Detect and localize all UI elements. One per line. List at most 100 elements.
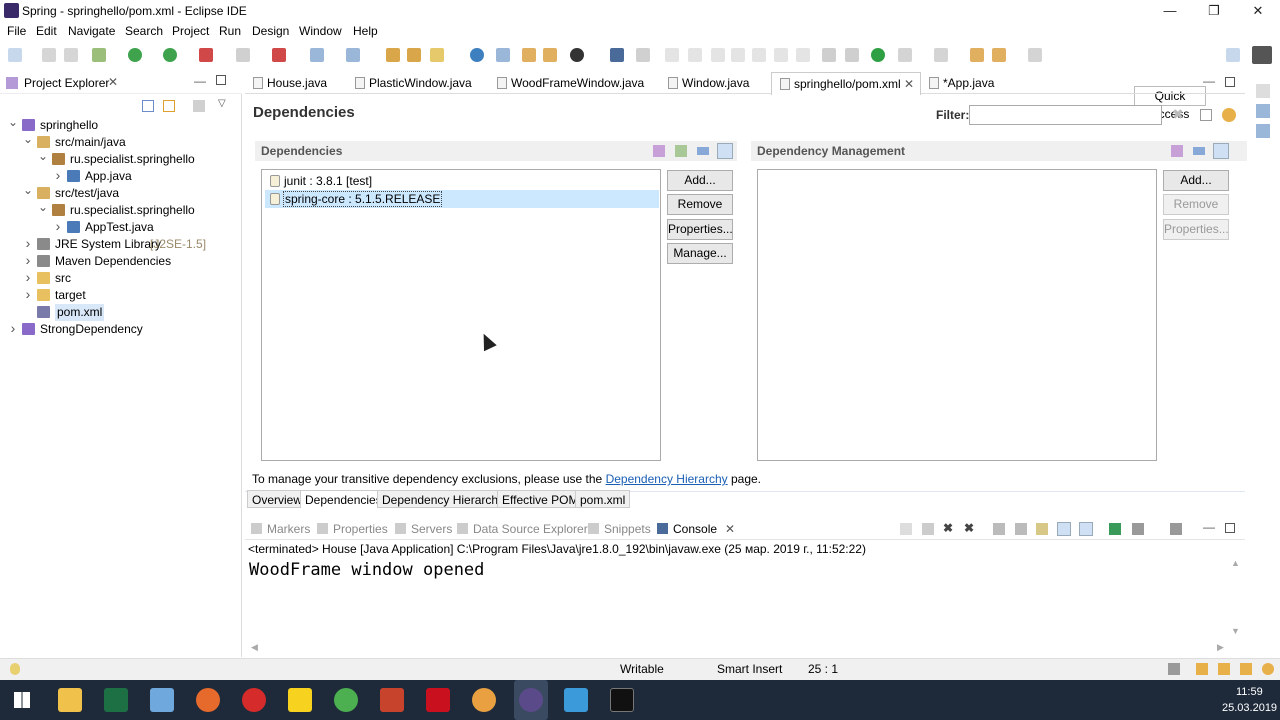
show-inherited-icon[interactable] [675, 145, 687, 157]
minimize-view-icon[interactable]: — [1203, 520, 1215, 534]
show-on-error-icon[interactable] [1079, 522, 1093, 536]
word-wrap-icon[interactable] [1036, 523, 1048, 535]
collapsed-chevron-icon[interactable]: › [8, 320, 18, 337]
menu-search[interactable]: Search [125, 24, 163, 38]
tree-item[interactable]: ⌄src/main/java [0, 134, 240, 151]
tab-servers[interactable]: Servers [395, 522, 452, 536]
last-edit-icon[interactable] [970, 48, 984, 62]
collapsed-chevron-icon[interactable]: › [23, 235, 33, 252]
tab-properties[interactable]: Properties [317, 522, 388, 536]
close-icon[interactable]: ✕ [725, 522, 735, 536]
collapsed-chevron-icon[interactable]: › [23, 252, 33, 269]
tree-item[interactable]: ›StrongDependency [0, 321, 240, 338]
dependency-management-list[interactable] [757, 169, 1157, 461]
tab-house-java[interactable]: House.java [245, 72, 357, 94]
new-icon[interactable] [8, 48, 22, 62]
menu-run[interactable]: Run [219, 24, 241, 38]
tree-item[interactable]: ⌄springhello [0, 117, 240, 134]
notifications-icon[interactable] [1196, 663, 1208, 675]
tree-item[interactable]: ›AppTest.java [0, 219, 240, 236]
maximize-view-icon[interactable] [216, 75, 226, 85]
terminal-icon[interactable] [610, 688, 634, 712]
open-perspective-icon[interactable] [1226, 48, 1240, 62]
remove-launch-icon[interactable] [900, 523, 912, 535]
back-icon[interactable] [992, 48, 1006, 62]
tab-window-java[interactable]: Window.java [660, 72, 760, 94]
collapsed-chevron-icon[interactable]: › [53, 218, 63, 235]
minimize-editor-icon[interactable]: — [1203, 74, 1215, 88]
minimize-button[interactable]: — [1148, 0, 1192, 22]
sort-icon[interactable] [1171, 145, 1183, 157]
refresh-icon[interactable] [1222, 108, 1236, 122]
tree-item[interactable]: ›src [0, 270, 240, 287]
sort-icon[interactable] [653, 145, 665, 157]
app-icon[interactable] [472, 688, 496, 712]
collapse-all-icon[interactable] [142, 100, 154, 112]
forward-icon[interactable] [1028, 48, 1042, 62]
tab-pom-xml-source[interactable]: pom.xml [575, 490, 630, 508]
stop-icon[interactable] [236, 48, 250, 62]
view-menu-icon[interactable]: ▽ [218, 98, 226, 109]
restore-icon[interactable] [1256, 84, 1270, 98]
updates-icon[interactable] [1240, 663, 1252, 675]
annotation-icon[interactable] [496, 48, 510, 62]
remove-managed-dependency-button[interactable]: Remove [1163, 194, 1229, 215]
dependency-hierarchy-link[interactable]: Dependency Hierarchy [606, 472, 728, 486]
skip-breakpoints-icon[interactable] [636, 48, 650, 62]
expanded-chevron-icon[interactable]: ⌄ [8, 114, 18, 131]
tab-snippets[interactable]: Snippets [588, 522, 651, 536]
previous-annotation-icon[interactable] [934, 48, 948, 62]
step-return-icon[interactable] [796, 48, 810, 62]
add-dependency-button[interactable]: Add... [667, 170, 733, 191]
expanded-chevron-icon[interactable]: ⌄ [23, 131, 33, 148]
web-browser-icon[interactable] [470, 48, 484, 62]
tree-item[interactable]: ›target [0, 287, 240, 304]
tab-console[interactable]: Console✕ [657, 522, 735, 536]
minimize-view-icon[interactable]: — [194, 74, 206, 88]
tab-app-java[interactable]: *App.java [921, 72, 1021, 94]
next-annotation-icon[interactable] [898, 48, 912, 62]
open-console-icon[interactable] [1170, 523, 1182, 535]
disconnect-icon[interactable] [731, 48, 745, 62]
archicad-icon[interactable] [288, 688, 312, 712]
progress-icon[interactable] [1218, 663, 1230, 675]
menu-edit[interactable]: Edit [36, 24, 57, 38]
menu-help[interactable]: Help [353, 24, 378, 38]
remove-dependency-button[interactable]: Remove [667, 194, 733, 215]
expanded-chevron-icon[interactable]: ⌄ [23, 182, 33, 199]
tree-item[interactable]: ⌄src/test/java [0, 185, 240, 202]
java-perspective-icon[interactable] [1252, 46, 1272, 64]
menu-window[interactable]: Window [299, 24, 342, 38]
list-item[interactable]: spring-core : 5.1.5.RELEASE [265, 190, 659, 208]
menu-navigate[interactable]: Navigate [68, 24, 115, 38]
restore-button[interactable]: ❐ [1192, 0, 1236, 22]
scroll-down-icon[interactable]: ▼ [1231, 626, 1240, 636]
excel-icon[interactable] [104, 688, 128, 712]
coverage-icon[interactable] [199, 48, 213, 62]
use-step-filters-icon[interactable] [845, 48, 859, 62]
toggle-mark-icon[interactable] [522, 48, 536, 62]
scroll-up-icon[interactable]: ▲ [1231, 558, 1240, 568]
console-view-icon[interactable] [610, 48, 624, 62]
filter-toggle-icon[interactable] [717, 143, 733, 159]
tree-item[interactable]: ›JRE System Library[J2SE-1.5] [0, 236, 240, 253]
scroll-right-icon[interactable]: ▶ [1217, 642, 1224, 653]
tree-item[interactable]: pom.xml [0, 304, 240, 321]
powerpoint-icon[interactable] [380, 688, 404, 712]
clear-filter-icon[interactable]: ✖ [1172, 106, 1184, 123]
menu-project[interactable]: Project [172, 24, 209, 38]
outline-icon[interactable] [1256, 104, 1270, 118]
show-groupid-icon[interactable] [1193, 147, 1205, 155]
manage-dependencies-button[interactable]: Manage... [667, 243, 733, 264]
drop-to-frame-icon[interactable] [822, 48, 836, 62]
collapsed-chevron-icon[interactable]: › [53, 167, 63, 184]
tree-item[interactable]: ⌄ru.specialist.springhello [0, 151, 240, 168]
tab-data-source-explorer[interactable]: Data Source Explorer [457, 522, 588, 536]
heap-status-icon[interactable] [1168, 663, 1180, 675]
filter-toggle-icon[interactable] [1213, 143, 1229, 159]
terminate-icon[interactable] [922, 523, 934, 535]
tab-markers[interactable]: Markers [251, 522, 310, 536]
display-selected-console-icon[interactable] [1132, 523, 1144, 535]
step-into-icon[interactable] [752, 48, 766, 62]
open-type-icon[interactable] [386, 48, 400, 62]
